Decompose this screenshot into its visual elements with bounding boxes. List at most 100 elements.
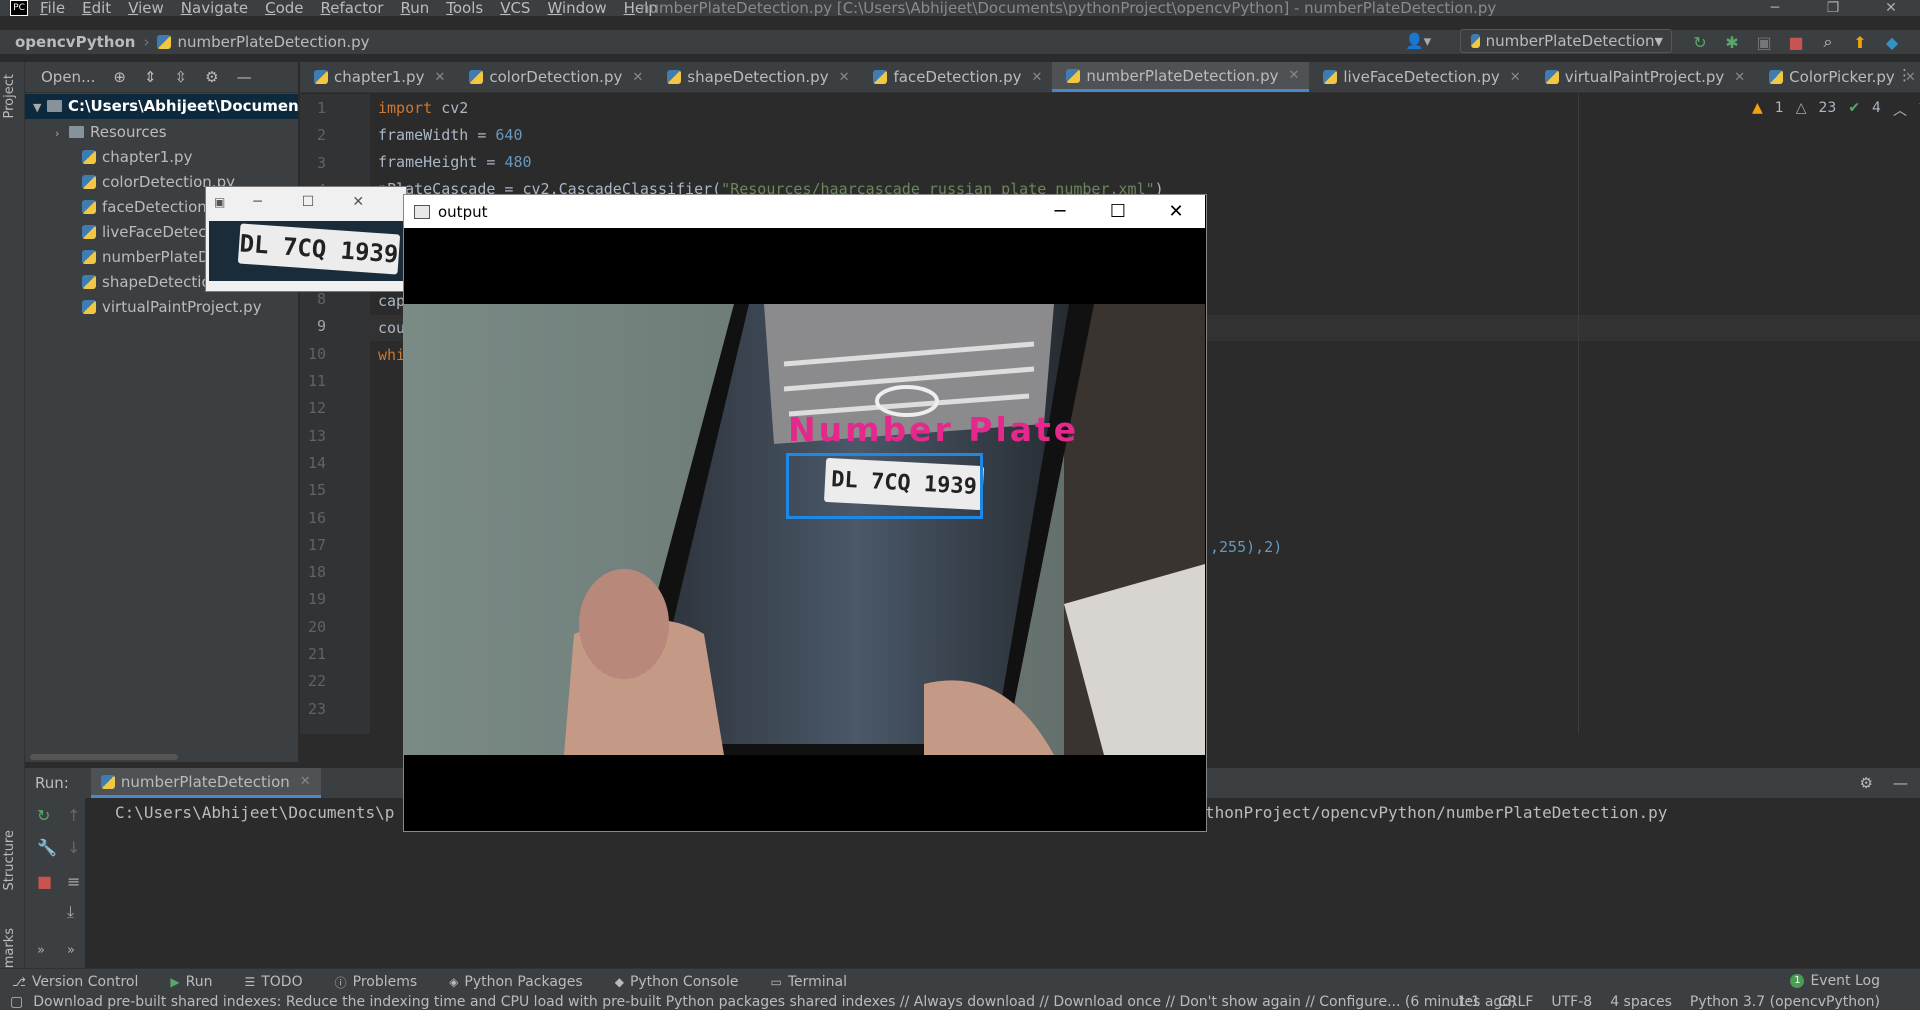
- tree-root[interactable]: ▼ C:\Users\Abhijeet\Documents\: [25, 94, 298, 119]
- tree-item-chapter1[interactable]: chapter1.py: [25, 145, 298, 170]
- tree-item-resources[interactable]: › Resources: [25, 120, 298, 145]
- gear-icon[interactable]: ⚙: [1860, 774, 1873, 792]
- rerun-icon[interactable]: ↻: [1690, 32, 1710, 52]
- menu-navigate[interactable]: Navigate: [181, 0, 248, 16]
- tab-livefacedetection[interactable]: liveFaceDetection.py ✕: [1309, 62, 1530, 92]
- minimize-icon[interactable]: ─: [1746, 0, 1804, 16]
- close-icon[interactable]: ✕: [1734, 70, 1745, 85]
- close-icon[interactable]: ✕: [839, 70, 850, 85]
- menu-file[interactable]: File: [40, 0, 65, 16]
- stop-icon[interactable]: ■: [1786, 32, 1806, 52]
- tab-shapedetection[interactable]: shapeDetection.py ✕: [653, 62, 859, 92]
- tool-python-console[interactable]: ◆ Python Console: [615, 974, 739, 990]
- close-icon[interactable]: ✕: [300, 774, 311, 789]
- close-icon[interactable]: ✕: [434, 70, 445, 85]
- user-icon[interactable]: 👤▾: [1405, 32, 1433, 52]
- close-icon[interactable]: ✕: [1288, 68, 1299, 83]
- close-icon[interactable]: ✕: [352, 194, 364, 210]
- tool-version-control[interactable]: ⎇ Version Control: [12, 974, 138, 990]
- tab-run-numberplatedetection[interactable]: numberPlateDetection ✕: [90, 768, 321, 798]
- tab-label: virtualPaintProject.py: [1564, 68, 1725, 86]
- debug-icon[interactable]: ✱: [1722, 32, 1742, 52]
- tree-item-label: virtualPaintProject.py: [102, 298, 262, 316]
- small-image-window[interactable]: ▣ ─ ☐ ✕ DL 7CQ 1939: [205, 186, 409, 292]
- menu-code[interactable]: Code: [265, 0, 303, 16]
- output-window-titlebar[interactable]: output ─ ☐ ✕: [404, 195, 1205, 228]
- expand-all-icon[interactable]: ⇕: [144, 68, 157, 86]
- menu-vcs[interactable]: VCS: [500, 0, 530, 16]
- status-line-separator[interactable]: CRLF: [1498, 994, 1533, 1010]
- project-horizontal-scrollbar[interactable]: [30, 754, 178, 760]
- status-indent[interactable]: 4 spaces: [1610, 994, 1672, 1010]
- menu-tools[interactable]: Tools: [446, 0, 483, 16]
- breadcrumb-file[interactable]: numberPlateDetection.py: [177, 33, 369, 51]
- status-encoding[interactable]: UTF-8: [1551, 994, 1592, 1010]
- gear-icon[interactable]: ⚙: [205, 68, 218, 86]
- breadcrumb-project[interactable]: opencvPython: [15, 33, 135, 51]
- maximize-icon[interactable]: ☐: [302, 194, 315, 210]
- update-icon[interactable]: ⬆: [1850, 32, 1870, 52]
- wrench-icon[interactable]: 🔧: [37, 838, 57, 857]
- project-view-select[interactable]: Open...: [41, 68, 95, 86]
- structure-tool-label[interactable]: Structure: [2, 830, 17, 890]
- close-icon[interactable]: ✕: [1147, 201, 1205, 222]
- tool-problems[interactable]: ⓘ Problems: [335, 974, 418, 991]
- search-icon[interactable]: ⌕: [1818, 32, 1838, 52]
- chevron-down-icon: ▼: [1654, 34, 1663, 48]
- status-interpreter[interactable]: Python 3.7 (opencvPython): [1690, 994, 1880, 1010]
- soft-wrap-icon[interactable]: ≡: [67, 872, 80, 891]
- more-icon[interactable]: »: [37, 943, 45, 958]
- minimize-icon[interactable]: ─: [1031, 201, 1089, 222]
- menu-run[interactable]: Run: [400, 0, 429, 16]
- collapse-all-icon[interactable]: ⇳: [175, 68, 188, 86]
- arrow-up-icon[interactable]: ↑: [67, 806, 80, 825]
- tab-colordetection[interactable]: colorDetection.py ✕: [455, 62, 653, 92]
- tab-numberplatedetection[interactable]: numberPlateDetection.py ✕: [1052, 62, 1310, 92]
- tool-run[interactable]: ▶ Run: [170, 974, 212, 990]
- tool-python-packages[interactable]: ◈ Python Packages: [449, 974, 583, 990]
- tab-virtualpaintproject[interactable]: virtualPaintProject.py ✕: [1531, 62, 1755, 92]
- chevron-up-icon[interactable]: ︿: [1893, 100, 1907, 120]
- coverage-icon[interactable]: ▣: [1754, 32, 1774, 52]
- menu-view[interactable]: View: [128, 0, 164, 16]
- more-icon[interactable]: »: [67, 943, 75, 958]
- close-icon[interactable]: ✕: [1031, 70, 1042, 85]
- hide-icon[interactable]: —: [237, 68, 252, 86]
- inspection-widget[interactable]: ▲1 △23 ✔4 ︿﹀: [1752, 100, 1920, 120]
- project-tool-label[interactable]: Project: [2, 74, 17, 118]
- rerun-icon[interactable]: ↻: [37, 806, 50, 825]
- status-message[interactable]: Download pre-built shared indexes: Reduc…: [33, 994, 1516, 1010]
- line-number: 12: [307, 399, 326, 418]
- tool-todo[interactable]: ☰ TODO: [244, 974, 302, 990]
- stop-icon[interactable]: ■: [37, 872, 52, 891]
- menu-refactor[interactable]: Refactor: [321, 0, 384, 16]
- arrow-down-icon[interactable]: ↓: [67, 838, 80, 857]
- maximize-icon[interactable]: ☐: [1089, 201, 1147, 222]
- python-file-icon: [314, 70, 328, 84]
- close-icon[interactable]: ✕: [1862, 0, 1920, 16]
- tab-chapter1[interactable]: chapter1.py ✕: [300, 62, 455, 92]
- scroll-to-end-icon[interactable]: ⤓: [67, 902, 74, 922]
- status-position[interactable]: 1:1: [1457, 994, 1480, 1010]
- locate-icon[interactable]: ⊕: [113, 68, 126, 86]
- line-number: 13: [307, 426, 326, 445]
- menu-edit[interactable]: Edit: [82, 0, 111, 16]
- python-file-icon: [82, 275, 96, 289]
- minimize-icon[interactable]: ─: [253, 194, 261, 210]
- tool-terminal[interactable]: ▭ Terminal: [771, 974, 848, 990]
- tree-item-virtualpaintproject[interactable]: virtualPaintProject.py: [25, 295, 298, 320]
- menu-window[interactable]: Window: [547, 0, 606, 16]
- run-configuration-select[interactable]: numberPlateDetection ▼: [1460, 29, 1672, 53]
- small-window-titlebar[interactable]: ▣ ─ ☐ ✕: [206, 187, 406, 217]
- tab-facedetection[interactable]: faceDetection.py ✕: [859, 62, 1052, 92]
- tool-label: Version Control: [31, 974, 139, 990]
- more-tabs-icon[interactable]: ⋮: [1897, 66, 1912, 84]
- tab-colorpicker[interactable]: ColorPicker.py ✕: [1755, 62, 1920, 92]
- branch-icon: ⎇: [12, 975, 26, 989]
- hide-icon[interactable]: —: [1893, 774, 1908, 792]
- event-log-button[interactable]: 1 Event Log: [1790, 973, 1880, 989]
- plugin-icon[interactable]: ◆: [1882, 32, 1902, 52]
- close-icon[interactable]: ✕: [632, 70, 643, 85]
- close-icon[interactable]: ✕: [1510, 70, 1521, 85]
- restore-icon[interactable]: ❐: [1804, 0, 1862, 16]
